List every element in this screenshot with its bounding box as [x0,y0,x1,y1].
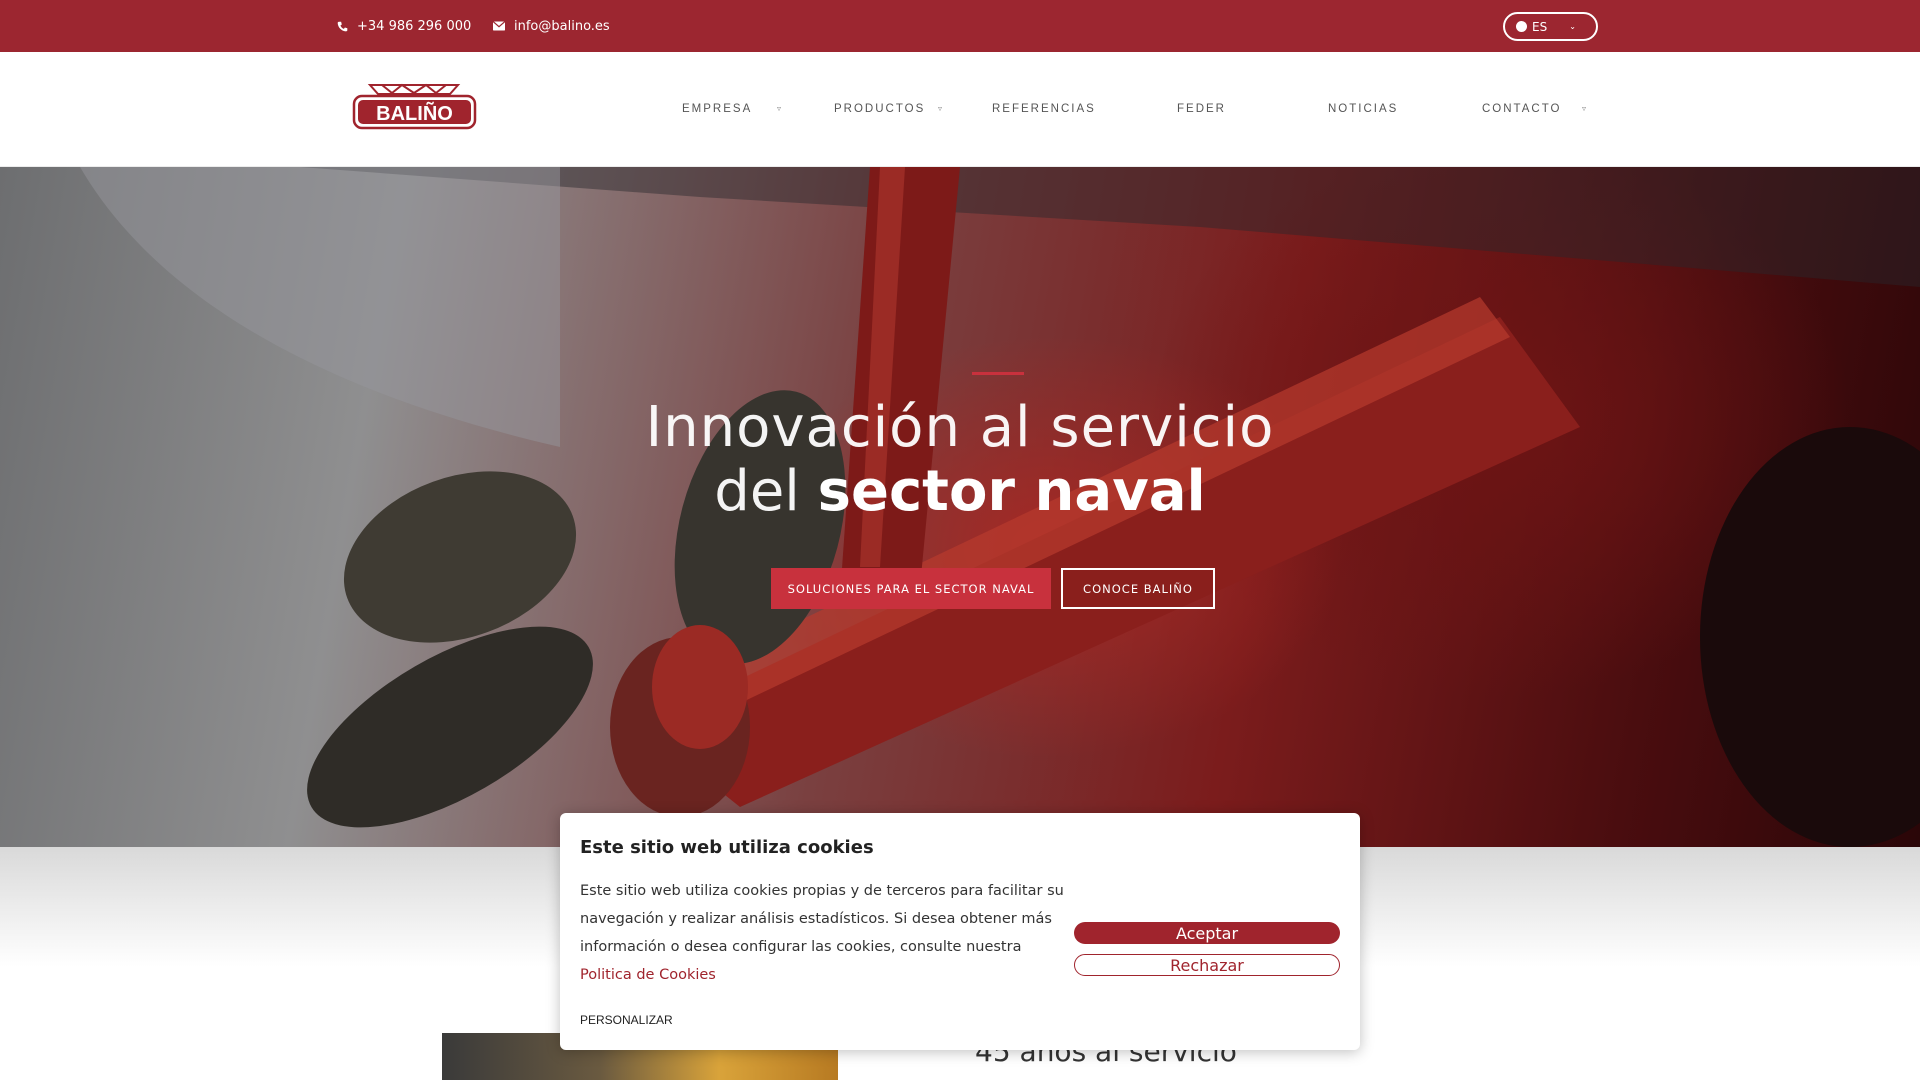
phone-number: +34 986 296 000 [357,18,472,34]
logo-wordmark: BALIÑO [376,102,453,125]
hero-title-line1: Innovación al servicio [645,395,1275,460]
language-selector[interactable]: ES ⌄ [1503,12,1598,41]
hero-title-bold: sector naval [817,459,1206,524]
chevron-down-icon: ⌄ [1569,22,1576,31]
nav-productos[interactable]: PRODUCTOS [834,103,925,115]
naval-solutions-button[interactable]: SOLUCIONES PARA EL SECTOR NAVAL [771,568,1051,609]
conoce-balino-button[interactable]: CONOCE BALIÑO [1061,568,1215,609]
nav-noticias[interactable]: NOTICIAS [1328,103,1398,115]
phone-icon [335,19,349,33]
nav-referencias[interactable]: REFERENCIAS [992,103,1096,115]
hero-title-light: del [714,459,800,524]
balino-logo[interactable]: BALIÑO [352,82,477,130]
customize-cookies-link[interactable]: PERSONALIZAR [580,1013,673,1027]
nav-empresa[interactable]: EMPRESA [682,103,752,115]
hero-title-line2: del sector naval [0,459,1920,524]
hero-accent-line [972,372,1024,375]
cookie-dialog-title: Este sitio web utiliza cookies [580,837,874,858]
email-link[interactable]: info@balino.es [492,0,610,52]
chevron-down-icon: ▿ [1582,104,1587,113]
globe-icon [1516,21,1527,32]
cookie-consent-dialog: Este sitio web utiliza cookies Este siti… [560,813,1360,1050]
site-header: BALIÑO EMPRESA ▿ PRODUCTOS ▿ REFERENCIAS… [0,52,1920,167]
accept-cookies-button[interactable]: Aceptar [1074,922,1340,944]
cookie-dialog-body: Este sitio web utiliza cookies propias y… [580,877,1070,989]
cookie-policy-link[interactable]: Politica de Cookies [580,967,716,983]
reject-cookies-button[interactable]: Rechazar [1074,954,1340,976]
email-address: info@balino.es [514,18,610,34]
chevron-down-icon: ▿ [777,104,782,113]
nav-contacto[interactable]: CONTACTO [1482,103,1561,115]
envelope-icon [492,19,506,33]
chevron-down-icon: ▿ [938,104,943,113]
language-code: ES [1532,19,1548,34]
cookie-body-text: Este sitio web utiliza cookies propias y… [580,883,1064,955]
top-contact-bar: +34 986 296 000 info@balino.es ES ⌄ [0,0,1920,52]
nav-feder[interactable]: FEDER [1177,103,1226,115]
phone-link[interactable]: +34 986 296 000 [335,0,471,52]
hero-banner: Innovación al servicio del sector naval … [0,167,1920,847]
